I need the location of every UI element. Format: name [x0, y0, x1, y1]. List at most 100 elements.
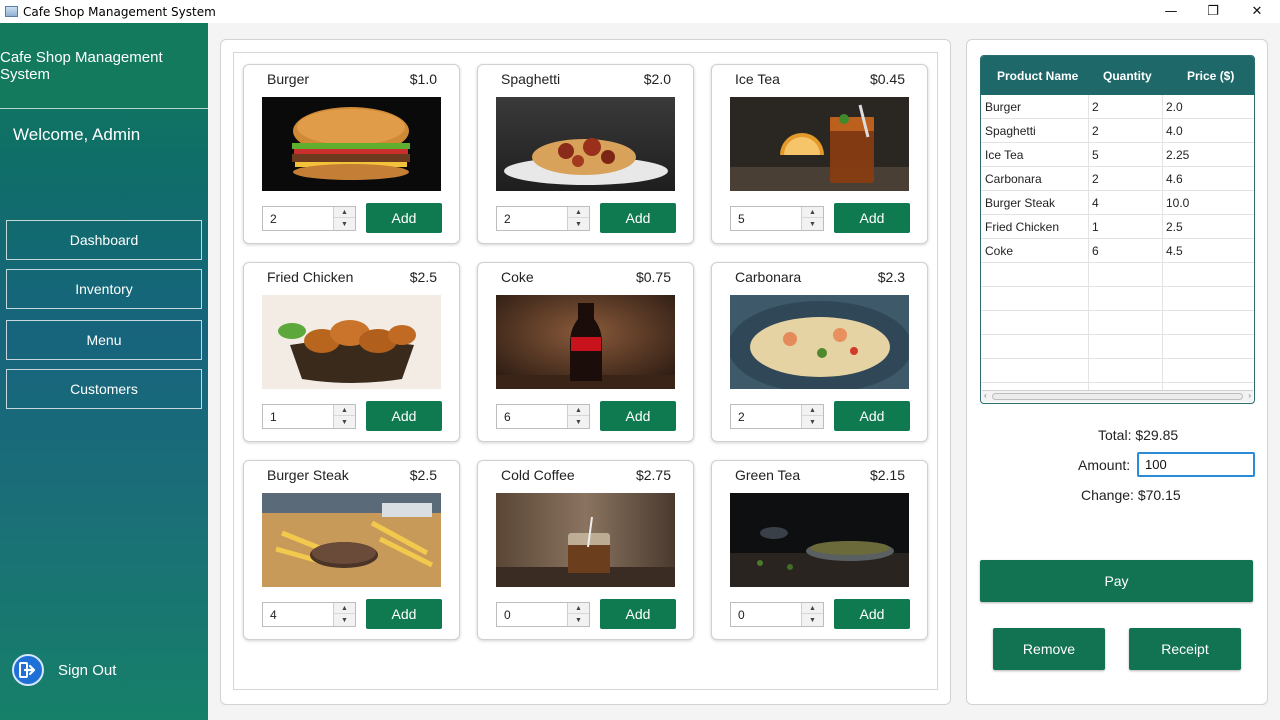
decrement-icon[interactable]: ▼	[568, 417, 589, 428]
increment-icon[interactable]: ▲	[802, 207, 823, 218]
horizontal-scrollbar[interactable]: ‹ ›	[982, 390, 1253, 402]
cell-price: 2.5	[1166, 220, 1183, 234]
decrement-icon[interactable]: ▼	[568, 615, 589, 626]
cell-product: Spaghetti	[985, 124, 1036, 138]
increment-icon[interactable]: ▲	[334, 603, 355, 614]
quantity-value[interactable]: 6	[504, 410, 511, 424]
decrement-icon[interactable]: ▼	[334, 219, 355, 230]
increment-icon[interactable]: ▲	[334, 207, 355, 218]
cell-product: Burger Steak	[985, 196, 1056, 210]
product-name: Burger	[267, 71, 310, 87]
table-row[interactable]: Carbonara 2 4.6	[981, 167, 1254, 191]
cell-quantity: 5	[1092, 148, 1099, 162]
table-header: Product Name Quantity Price ($)	[981, 56, 1254, 95]
quantity-value[interactable]: 2	[738, 410, 745, 424]
cell-product: Fried Chicken	[985, 220, 1060, 234]
cell-product: Carbonara	[985, 172, 1042, 186]
product-card: Burger $1.0 2 ▲ ▼ Add	[243, 64, 460, 244]
product-name: Burger Steak	[267, 467, 349, 483]
table-row[interactable]: Burger 2 2.0	[981, 95, 1254, 119]
add-button[interactable]: Add	[834, 401, 910, 431]
decrement-icon[interactable]: ▼	[802, 615, 823, 626]
quantity-spinner[interactable]: 5 ▲ ▼	[730, 206, 824, 231]
minimize-button[interactable]: —	[1148, 0, 1194, 23]
product-card: Spaghetti $2.0 2 ▲ ▼ Add	[477, 64, 694, 244]
table-row[interactable]: Spaghetti 2 4.0	[981, 119, 1254, 143]
quantity-spinner[interactable]: 0 ▲ ▼	[496, 602, 590, 627]
maximize-button[interactable]: ❐	[1190, 0, 1236, 23]
sidebar-title: Cafe Shop Management System	[0, 23, 208, 109]
quantity-value[interactable]: 0	[504, 608, 511, 622]
cell-quantity: 2	[1092, 100, 1099, 114]
scroll-left-icon[interactable]: ‹	[984, 391, 987, 400]
remove-button[interactable]: Remove	[993, 628, 1105, 670]
quantity-spinner[interactable]: 6 ▲ ▼	[496, 404, 590, 429]
decrement-icon[interactable]: ▼	[568, 219, 589, 230]
product-price: $2.5	[409, 467, 437, 483]
add-button[interactable]: Add	[600, 599, 676, 629]
quantity-spinner[interactable]: 1 ▲ ▼	[262, 404, 356, 429]
increment-icon[interactable]: ▲	[802, 405, 823, 416]
nav-customers-button[interactable]: Customers	[6, 369, 202, 409]
table-row[interactable]: Coke 6 4.5	[981, 239, 1254, 263]
add-button[interactable]: Add	[366, 203, 442, 233]
increment-icon[interactable]: ▲	[568, 603, 589, 614]
quantity-spinner[interactable]: 2 ▲ ▼	[730, 404, 824, 429]
add-button[interactable]: Add	[366, 599, 442, 629]
nav-inventory-button[interactable]: Inventory	[6, 269, 202, 309]
column-header[interactable]: Quantity	[1103, 69, 1152, 83]
quantity-spinner[interactable]: 4 ▲ ▼	[262, 602, 356, 627]
empty-row	[981, 359, 1254, 383]
cell-price: 2.0	[1166, 100, 1183, 114]
scroll-right-icon[interactable]: ›	[1248, 391, 1251, 400]
quantity-value[interactable]: 2	[504, 212, 511, 226]
pay-button[interactable]: Pay	[980, 560, 1253, 602]
add-button[interactable]: Add	[600, 401, 676, 431]
quantity-value[interactable]: 2	[270, 212, 277, 226]
welcome-text: Welcome, Admin	[13, 125, 141, 144]
quantity-spinner[interactable]: 0 ▲ ▼	[730, 602, 824, 627]
cell-price: 4.0	[1166, 124, 1183, 138]
cell-quantity: 1	[1092, 220, 1099, 234]
column-header[interactable]: Product Name	[997, 69, 1078, 83]
add-button[interactable]: Add	[366, 401, 442, 431]
quantity-value[interactable]: 1	[270, 410, 277, 424]
column-header[interactable]: Price ($)	[1187, 69, 1234, 83]
sign-out-label: Sign Out	[58, 661, 117, 679]
amount-input[interactable]: 100	[1137, 452, 1255, 477]
change-text: Change: $70.15	[1081, 487, 1181, 503]
order-table[interactable]: Product Name Quantity Price ($) Burger 2…	[980, 55, 1255, 404]
table-row[interactable]: Burger Steak 4 10.0	[981, 191, 1254, 215]
product-price: $2.75	[635, 467, 671, 483]
amount-label: Amount:	[1078, 457, 1131, 473]
product-name: Cold Coffee	[501, 467, 575, 483]
total-text: Total: $29.85	[1098, 427, 1179, 443]
table-row[interactable]: Fried Chicken 1 2.5	[981, 215, 1254, 239]
quantity-spinner[interactable]: 2 ▲ ▼	[496, 206, 590, 231]
product-card: Burger Steak $2.5 4 ▲ ▼ Add	[243, 460, 460, 640]
increment-icon[interactable]: ▲	[802, 603, 823, 614]
product-price: $0.75	[635, 269, 671, 285]
close-button[interactable]: ✕	[1234, 0, 1280, 23]
add-button[interactable]: Add	[600, 203, 676, 233]
increment-icon[interactable]: ▲	[334, 405, 355, 416]
quantity-value[interactable]: 0	[738, 608, 745, 622]
decrement-icon[interactable]: ▼	[334, 615, 355, 626]
sign-out-button[interactable]: Sign Out	[12, 654, 116, 686]
quantity-value[interactable]: 4	[270, 608, 277, 622]
scrollbar-thumb[interactable]	[992, 393, 1243, 400]
table-row[interactable]: Ice Tea 5 2.25	[981, 143, 1254, 167]
product-price: $2.5	[409, 269, 437, 285]
add-button[interactable]: Add	[834, 203, 910, 233]
increment-icon[interactable]: ▲	[568, 405, 589, 416]
decrement-icon[interactable]: ▼	[802, 219, 823, 230]
nav-menu-button[interactable]: Menu	[6, 320, 202, 360]
increment-icon[interactable]: ▲	[568, 207, 589, 218]
decrement-icon[interactable]: ▼	[334, 417, 355, 428]
add-button[interactable]: Add	[834, 599, 910, 629]
nav-dashboard-button[interactable]: Dashboard	[6, 220, 202, 260]
quantity-spinner[interactable]: 2 ▲ ▼	[262, 206, 356, 231]
receipt-button[interactable]: Receipt	[1129, 628, 1241, 670]
quantity-value[interactable]: 5	[738, 212, 745, 226]
decrement-icon[interactable]: ▼	[802, 417, 823, 428]
